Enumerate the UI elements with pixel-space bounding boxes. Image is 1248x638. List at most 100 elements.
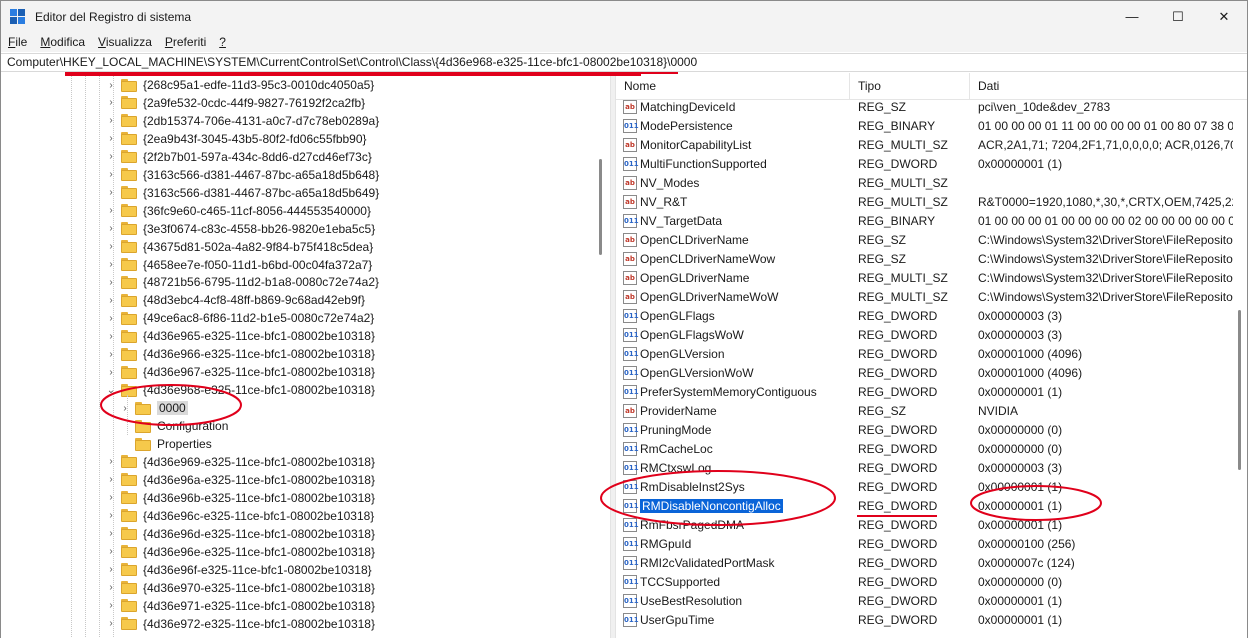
chevron-right-icon[interactable]: ›	[105, 489, 117, 507]
value-row[interactable]: 011 TCCSupported REG_DWORD 0x00000000 (0)	[616, 573, 1233, 592]
value-row[interactable]: 011 ModePersistence REG_BINARY 01 00 00 00 …	[616, 117, 1233, 136]
menu-item[interactable]: ?	[212, 32, 232, 52]
tree-node[interactable]: › {4d36e972-e325-11ce-bfc1-08002be10318}	[105, 615, 375, 633]
list-scrollbar-thumb[interactable]	[1238, 310, 1241, 470]
chevron-right-icon[interactable]: ›	[105, 309, 117, 327]
value-row[interactable]: 011 RMDisableNoncontigAlloc REG_DWORD 0x000…	[616, 497, 1233, 516]
chevron-right-icon[interactable]: ›	[105, 112, 117, 130]
value-row[interactable]: 011 RMGpuId REG_DWORD 0x00000100 (256)	[616, 535, 1233, 554]
chevron-right-icon[interactable]: ›	[105, 453, 117, 471]
chevron-down-icon[interactable]: ⌄	[105, 381, 117, 399]
chevron-right-icon[interactable]: ›	[105, 615, 117, 633]
close-button[interactable]: ✕	[1201, 1, 1247, 32]
tree-node[interactable]: › {4d36e96b-e325-11ce-bfc1-08002be10318}	[105, 489, 375, 507]
list-scrollbar[interactable]	[1233, 100, 1247, 638]
value-row[interactable]: 011 RmDisableInst2Sys REG_DWORD 0x00000001 …	[616, 478, 1233, 497]
value-row[interactable]: ab OpenCLDriverName REG_SZ C:\Windows\Syste…	[616, 231, 1233, 250]
chevron-right-icon[interactable]: ›	[105, 166, 117, 184]
value-row[interactable]: 011 UserGpuTime REG_DWORD 0x00000001 (1)	[616, 611, 1233, 630]
tree-node[interactable]: › {48721b56-6795-11d2-b1a8-0080c72e74a2}	[105, 273, 379, 291]
tree-node[interactable]: › {4d36e967-e325-11ce-bfc1-08002be10318}	[105, 363, 375, 381]
tree-node[interactable]: › {4d36e966-e325-11ce-bfc1-08002be10318}	[105, 345, 375, 363]
value-row[interactable]: 011 RmCacheLoc REG_DWORD 0x00000000 (0)	[616, 440, 1233, 459]
value-row[interactable]: 011 OpenGLVersion REG_DWORD 0x00001000 (409…	[616, 345, 1233, 364]
value-row[interactable]: 011 PreferSystemMemoryContiguous REG_DWORD…	[616, 383, 1233, 402]
chevron-right-icon[interactable]: ›	[105, 130, 117, 148]
tree-node[interactable]: › {4d36e96d-e325-11ce-bfc1-08002be10318}	[105, 525, 375, 543]
tree-node[interactable]: › {2f2b7b01-597a-434c-8dd6-d27cd46ef73c}	[105, 148, 372, 166]
tree-node[interactable]: › {4d36e970-e325-11ce-bfc1-08002be10318}	[105, 579, 375, 597]
tree-node[interactable]: › {268c95a1-edfe-11d3-95c3-0010dc4050a5}	[105, 76, 374, 94]
chevron-right-icon[interactable]: ›	[105, 543, 117, 561]
chevron-right-icon[interactable]: ›	[105, 238, 117, 256]
tree-node[interactable]: Configuration	[119, 417, 228, 435]
chevron-right-icon[interactable]: ›	[105, 273, 117, 291]
tree-node[interactable]: Properties	[119, 435, 212, 453]
value-row[interactable]: ab NV_R&T REG_MULTI_SZ R&T0000=1920,1080,*,…	[616, 193, 1233, 212]
tree-node[interactable]: › {43675d81-502a-4a82-9f84-b75f418c5dea}	[105, 238, 373, 256]
tree-node[interactable]: › {4d36e969-e325-11ce-bfc1-08002be10318}	[105, 453, 375, 471]
chevron-right-icon[interactable]: ›	[105, 525, 117, 543]
chevron-right-icon[interactable]: ›	[105, 76, 117, 94]
menu-item[interactable]: Visualizza	[91, 32, 158, 52]
column-header-data[interactable]: Dati	[970, 73, 1247, 100]
chevron-right-icon[interactable]: ›	[105, 579, 117, 597]
tree-node[interactable]: › {4d36e96f-e325-11ce-bfc1-08002be10318}	[105, 561, 371, 579]
chevron-right-icon[interactable]: ›	[105, 507, 117, 525]
tree-node[interactable]: › {4d36e96e-e325-11ce-bfc1-08002be10318}	[105, 543, 375, 561]
tree-node[interactable]: › {3e3f0674-c83c-4558-bb26-9820e1eba5c5}	[105, 220, 375, 238]
tree-scrollbar-thumb[interactable]	[599, 159, 602, 255]
chevron-right-icon[interactable]: ›	[105, 148, 117, 166]
value-row[interactable]: 011 RMI2cValidatedPortMask REG_DWORD 0x0000…	[616, 554, 1233, 573]
value-row[interactable]: ab OpenCLDriverNameWow REG_SZ C:\Windows\Sy…	[616, 250, 1233, 269]
chevron-right-icon[interactable]: ›	[105, 291, 117, 309]
tree-node[interactable]: › {49ce6ac8-6f86-11d2-b1e5-0080c72e74a2}	[105, 309, 374, 327]
tree-node[interactable]: › {2db15374-706e-4131-a0c7-d7c78eb0289a}	[105, 112, 379, 130]
minimize-button[interactable]: —	[1109, 1, 1155, 32]
tree-node[interactable]: › {36fc9e60-c465-11cf-8056-444553540000}	[105, 202, 371, 220]
value-row[interactable]: 011 OpenGLVersionWoW REG_DWORD 0x00001000 (…	[616, 364, 1233, 383]
tree-node[interactable]: › {4d36e971-e325-11ce-bfc1-08002be10318}	[105, 597, 375, 615]
menu-item[interactable]: File	[1, 32, 33, 52]
chevron-right-icon[interactable]: ›	[105, 220, 117, 238]
chevron-right-icon[interactable]: ›	[105, 184, 117, 202]
value-row[interactable]: 011 OpenGLFlagsWoW REG_DWORD 0x00000003 (3)	[616, 326, 1233, 345]
value-row[interactable]: 011 UseBestResolution REG_DWORD 0x00000001 …	[616, 592, 1233, 611]
tree-node[interactable]: › {4d36e96a-e325-11ce-bfc1-08002be10318}	[105, 471, 375, 489]
value-row[interactable]: 011 OpenGLFlags REG_DWORD 0x00000003 (3)	[616, 307, 1233, 326]
column-header-type[interactable]: Tipo	[850, 73, 970, 100]
tree-node[interactable]: › 0000	[119, 399, 188, 417]
chevron-right-icon[interactable]: ›	[105, 363, 117, 381]
tree-node[interactable]: › {4658ee7e-f050-11d1-b6bd-00c04fa372a7}	[105, 256, 372, 274]
chevron-right-icon[interactable]: ›	[105, 202, 117, 220]
chevron-right-icon[interactable]: ›	[105, 345, 117, 363]
tree-node[interactable]: › {2ea9b43f-3045-43b5-80f2-fd06c55fbb90}	[105, 130, 366, 148]
value-row[interactable]: ab NV_Modes REG_MULTI_SZ	[616, 174, 1233, 193]
chevron-right-icon[interactable]: ›	[105, 561, 117, 579]
chevron-right-icon[interactable]: ›	[105, 327, 117, 345]
tree-node[interactable]: › {3163c566-d381-4467-87bc-a65a18d5b648}	[105, 166, 379, 184]
value-row[interactable]: ab OpenGLDriverNameWoW REG_MULTI_SZ C:\Wind…	[616, 288, 1233, 307]
key-tree-pane[interactable]: › {268c95a1-edfe-11d3-95c3-0010dc4050a5} ›…	[1, 73, 610, 638]
menu-item[interactable]: Modifica	[33, 32, 91, 52]
value-row[interactable]: 011 RmFbsrPagedDMA REG_DWORD 0x00000001 (1)	[616, 516, 1233, 535]
value-row[interactable]: 011 RMCtxswLog REG_DWORD 0x00000003 (3)	[616, 459, 1233, 478]
tree-node[interactable]: ⌄ {4d36e968-e325-11ce-bfc1-08002be10318}	[105, 381, 375, 399]
value-row[interactable]: ab OpenGLDriverName REG_MULTI_SZ C:\Windows…	[616, 269, 1233, 288]
tree-scrollbar[interactable]	[594, 73, 608, 638]
chevron-right-icon[interactable]: ›	[105, 94, 117, 112]
value-row[interactable]: 011 NV_TargetData REG_BINARY 01 00 00 00 01…	[616, 212, 1233, 231]
tree-node[interactable]: › {4d36e96c-e325-11ce-bfc1-08002be10318}	[105, 507, 374, 525]
address-bar[interactable]: Computer\HKEY_LOCAL_MACHINE\SYSTEM\Curre…	[1, 53, 1247, 72]
tree-node[interactable]: › {2a9fe532-0cdc-44f9-9827-76192f2ca2fb}	[105, 94, 365, 112]
values-list-pane[interactable]: Nome Tipo Dati ab MatchingDeviceId REG_SZ p…	[616, 73, 1247, 638]
chevron-right-icon[interactable]: ›	[105, 471, 117, 489]
tree-node[interactable]: › {3163c566-d381-4467-87bc-a65a18d5b649}	[105, 184, 379, 202]
chevron-right-icon[interactable]: ›	[105, 597, 117, 615]
value-row[interactable]: 011 PruningMode REG_DWORD 0x00000000 (0)	[616, 421, 1233, 440]
maximize-button[interactable]: ☐	[1155, 1, 1201, 32]
chevron-right-icon[interactable]: ›	[105, 256, 117, 274]
value-row[interactable]: ab ProviderName REG_SZ NVIDIA	[616, 402, 1233, 421]
chevron-right-icon[interactable]: ›	[119, 399, 131, 417]
tree-node[interactable]: › {4d36e965-e325-11ce-bfc1-08002be10318}	[105, 327, 375, 345]
